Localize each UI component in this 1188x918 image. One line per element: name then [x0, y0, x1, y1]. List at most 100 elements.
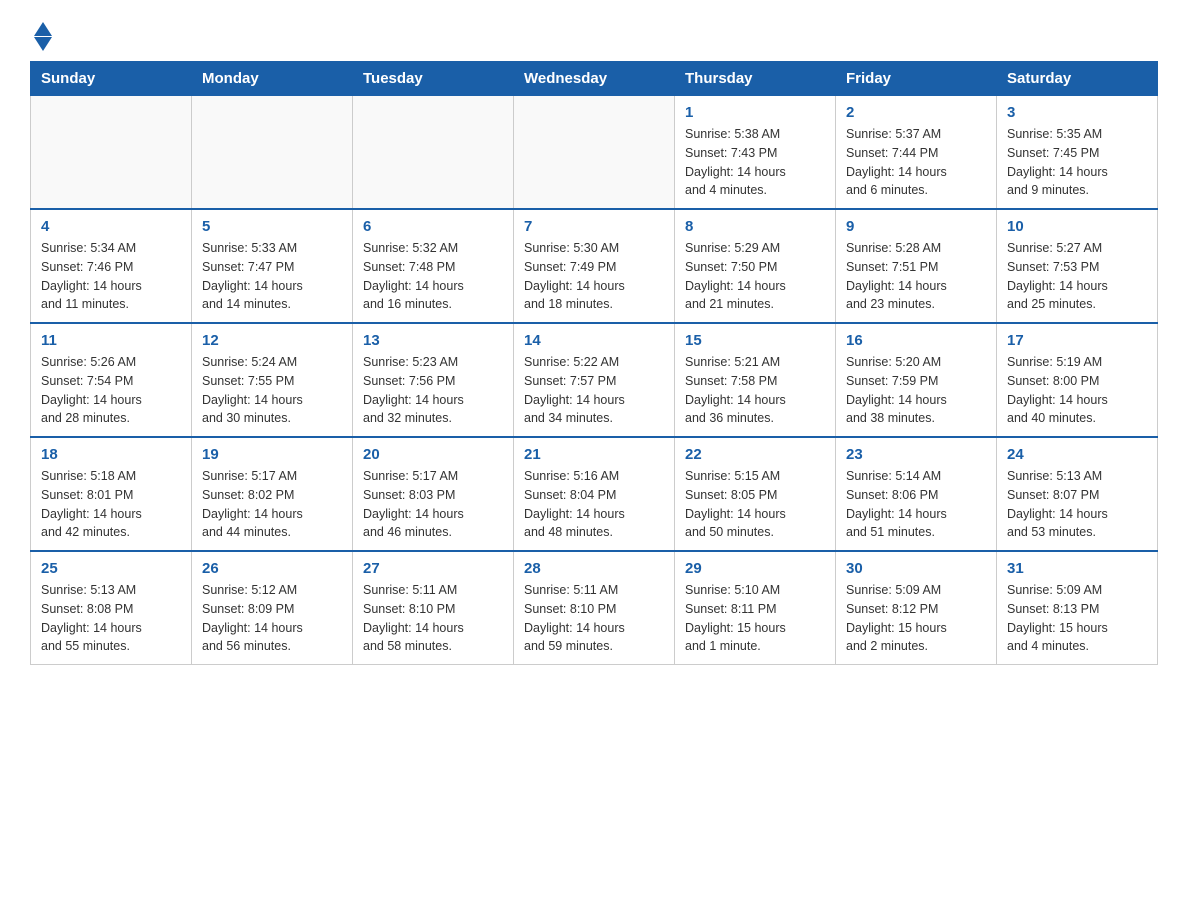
day-info: Sunrise: 5:13 AMSunset: 8:07 PMDaylight:…	[1007, 467, 1147, 542]
day-number: 15	[685, 332, 825, 349]
calendar-cell: 12 Sunrise: 5:24 AMSunset: 7:55 PMDayligh…	[192, 323, 353, 437]
day-info: Sunrise: 5:33 AMSunset: 7:47 PMDaylight:…	[202, 239, 342, 314]
weekday-header-tuesday: Tuesday	[353, 62, 514, 96]
calendar-week-row: 11Sunrise: 5:26 AMSunset: 7:54 PMDayligh…	[31, 323, 1158, 437]
day-number: 31	[1007, 560, 1147, 577]
calendar-cell: 14 Sunrise: 5:22 AMSunset: 7:57 PMDayligh…	[514, 323, 675, 437]
day-info: Sunrise: 5:12 AMSunset: 8:09 PMDaylight:…	[202, 581, 342, 656]
day-number: 26	[202, 560, 342, 577]
calendar-cell	[353, 96, 514, 210]
calendar-header-row: SundayMondayTuesdayWednesdayThursdayFrid…	[31, 62, 1158, 96]
weekday-header-sunday: Sunday	[31, 62, 192, 96]
day-info: Sunrise: 5:37 AMSunset: 7:44 PMDaylight:…	[846, 125, 986, 200]
day-number: 9	[846, 218, 986, 235]
day-number: 12	[202, 332, 342, 349]
day-number: 17	[1007, 332, 1147, 349]
calendar-cell: 19 Sunrise: 5:17 AMSunset: 8:02 PMDayligh…	[192, 437, 353, 551]
day-number: 30	[846, 560, 986, 577]
logo-triangle-bottom-icon	[34, 37, 52, 51]
day-info: Sunrise: 5:18 AMSunset: 8:01 PMDaylight:…	[41, 467, 181, 542]
day-info: Sunrise: 5:34 AMSunset: 7:46 PMDaylight:…	[41, 239, 181, 314]
day-info: Sunrise: 5:26 AMSunset: 7:54 PMDaylight:…	[41, 353, 181, 428]
calendar-cell	[192, 96, 353, 210]
calendar-week-row: 1 Sunrise: 5:38 AMSunset: 7:43 PMDaylight…	[31, 96, 1158, 210]
weekday-header-friday: Friday	[836, 62, 997, 96]
calendar-cell	[514, 96, 675, 210]
weekday-header-saturday: Saturday	[997, 62, 1158, 96]
day-info: Sunrise: 5:13 AMSunset: 8:08 PMDaylight:…	[41, 581, 181, 656]
calendar-cell: 26 Sunrise: 5:12 AMSunset: 8:09 PMDayligh…	[192, 551, 353, 665]
day-info: Sunrise: 5:09 AMSunset: 8:12 PMDaylight:…	[846, 581, 986, 656]
day-number: 6	[363, 218, 503, 235]
calendar-cell: 6 Sunrise: 5:32 AMSunset: 7:48 PMDaylight…	[353, 209, 514, 323]
day-info: Sunrise: 5:09 AMSunset: 8:13 PMDaylight:…	[1007, 581, 1147, 656]
calendar-cell: 11Sunrise: 5:26 AMSunset: 7:54 PMDayligh…	[31, 323, 192, 437]
calendar-cell: 31 Sunrise: 5:09 AMSunset: 8:13 PMDayligh…	[997, 551, 1158, 665]
day-info: Sunrise: 5:22 AMSunset: 7:57 PMDaylight:…	[524, 353, 664, 428]
day-number: 22	[685, 446, 825, 463]
calendar-cell: 24 Sunrise: 5:13 AMSunset: 8:07 PMDayligh…	[997, 437, 1158, 551]
calendar-cell: 7 Sunrise: 5:30 AMSunset: 7:49 PMDaylight…	[514, 209, 675, 323]
day-info: Sunrise: 5:17 AMSunset: 8:03 PMDaylight:…	[363, 467, 503, 542]
calendar-cell: 30 Sunrise: 5:09 AMSunset: 8:12 PMDayligh…	[836, 551, 997, 665]
day-number: 1	[685, 104, 825, 121]
calendar-cell: 21Sunrise: 5:16 AMSunset: 8:04 PMDayligh…	[514, 437, 675, 551]
day-info: Sunrise: 5:11 AMSunset: 8:10 PMDaylight:…	[363, 581, 503, 656]
day-number: 5	[202, 218, 342, 235]
day-number: 7	[524, 218, 664, 235]
calendar-week-row: 25 Sunrise: 5:13 AMSunset: 8:08 PMDayligh…	[31, 551, 1158, 665]
day-number: 19	[202, 446, 342, 463]
day-number: 3	[1007, 104, 1147, 121]
day-info: Sunrise: 5:20 AMSunset: 7:59 PMDaylight:…	[846, 353, 986, 428]
day-number: 14	[524, 332, 664, 349]
day-number: 13	[363, 332, 503, 349]
calendar-cell: 20 Sunrise: 5:17 AMSunset: 8:03 PMDayligh…	[353, 437, 514, 551]
day-number: 18	[41, 446, 181, 463]
day-info: Sunrise: 5:38 AMSunset: 7:43 PMDaylight:…	[685, 125, 825, 200]
day-number: 23	[846, 446, 986, 463]
day-number: 24	[1007, 446, 1147, 463]
day-number: 4	[41, 218, 181, 235]
day-info: Sunrise: 5:28 AMSunset: 7:51 PMDaylight:…	[846, 239, 986, 314]
day-number: 2	[846, 104, 986, 121]
day-info: Sunrise: 5:11 AMSunset: 8:10 PMDaylight:…	[524, 581, 664, 656]
calendar-cell: 27 Sunrise: 5:11 AMSunset: 8:10 PMDayligh…	[353, 551, 514, 665]
day-info: Sunrise: 5:24 AMSunset: 7:55 PMDaylight:…	[202, 353, 342, 428]
day-info: Sunrise: 5:23 AMSunset: 7:56 PMDaylight:…	[363, 353, 503, 428]
calendar-cell: 25 Sunrise: 5:13 AMSunset: 8:08 PMDayligh…	[31, 551, 192, 665]
weekday-header-thursday: Thursday	[675, 62, 836, 96]
day-number: 29	[685, 560, 825, 577]
day-number: 21	[524, 446, 664, 463]
calendar-cell: 8Sunrise: 5:29 AMSunset: 7:50 PMDaylight…	[675, 209, 836, 323]
day-info: Sunrise: 5:30 AMSunset: 7:49 PMDaylight:…	[524, 239, 664, 314]
calendar-cell	[31, 96, 192, 210]
calendar-week-row: 18 Sunrise: 5:18 AMSunset: 8:01 PMDayligh…	[31, 437, 1158, 551]
calendar-cell: 13 Sunrise: 5:23 AMSunset: 7:56 PMDayligh…	[353, 323, 514, 437]
calendar-cell: 15Sunrise: 5:21 AMSunset: 7:58 PMDayligh…	[675, 323, 836, 437]
day-info: Sunrise: 5:10 AMSunset: 8:11 PMDaylight:…	[685, 581, 825, 656]
day-info: Sunrise: 5:15 AMSunset: 8:05 PMDaylight:…	[685, 467, 825, 542]
calendar-cell: 2 Sunrise: 5:37 AMSunset: 7:44 PMDaylight…	[836, 96, 997, 210]
day-number: 27	[363, 560, 503, 577]
calendar-cell: 23Sunrise: 5:14 AMSunset: 8:06 PMDayligh…	[836, 437, 997, 551]
calendar-cell: 16 Sunrise: 5:20 AMSunset: 7:59 PMDayligh…	[836, 323, 997, 437]
day-number: 20	[363, 446, 503, 463]
day-info: Sunrise: 5:35 AMSunset: 7:45 PMDaylight:…	[1007, 125, 1147, 200]
calendar-week-row: 4 Sunrise: 5:34 AMSunset: 7:46 PMDaylight…	[31, 209, 1158, 323]
calendar-cell: 18 Sunrise: 5:18 AMSunset: 8:01 PMDayligh…	[31, 437, 192, 551]
day-number: 25	[41, 560, 181, 577]
calendar-table: SundayMondayTuesdayWednesdayThursdayFrid…	[30, 61, 1158, 665]
day-info: Sunrise: 5:17 AMSunset: 8:02 PMDaylight:…	[202, 467, 342, 542]
calendar-cell: 10Sunrise: 5:27 AMSunset: 7:53 PMDayligh…	[997, 209, 1158, 323]
day-info: Sunrise: 5:19 AMSunset: 8:00 PMDaylight:…	[1007, 353, 1147, 428]
day-number: 16	[846, 332, 986, 349]
calendar-cell: 9 Sunrise: 5:28 AMSunset: 7:51 PMDaylight…	[836, 209, 997, 323]
day-info: Sunrise: 5:29 AMSunset: 7:50 PMDaylight:…	[685, 239, 825, 314]
calendar-cell: 29 Sunrise: 5:10 AMSunset: 8:11 PMDayligh…	[675, 551, 836, 665]
calendar-cell: 3 Sunrise: 5:35 AMSunset: 7:45 PMDaylight…	[997, 96, 1158, 210]
logo-triangle-icon	[34, 22, 52, 36]
logo	[30, 20, 52, 51]
day-info: Sunrise: 5:32 AMSunset: 7:48 PMDaylight:…	[363, 239, 503, 314]
page-header	[30, 20, 1158, 51]
calendar-cell: 5 Sunrise: 5:33 AMSunset: 7:47 PMDaylight…	[192, 209, 353, 323]
